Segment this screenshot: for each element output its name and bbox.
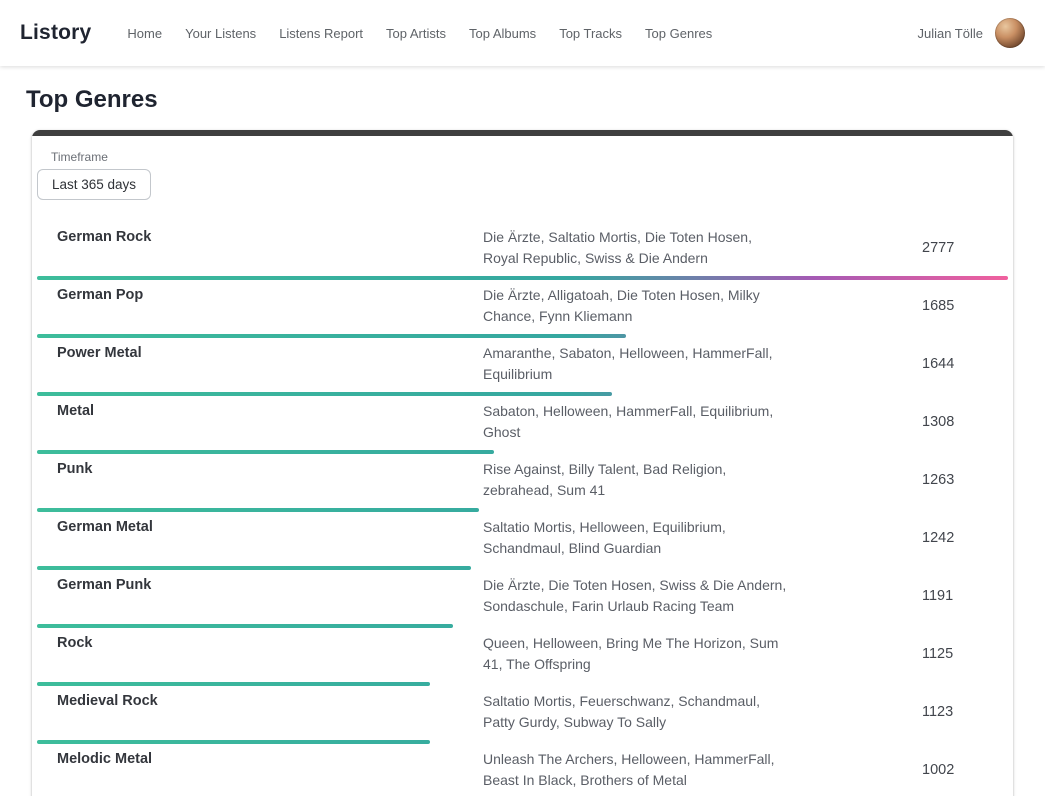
genre-row: German Pop Die Ärzte, Alligatoah, Die To… [37, 280, 1008, 338]
genre-row: Punk Rise Against, Billy Talent, Bad Rel… [37, 454, 1008, 512]
genre-name: Power Metal [57, 343, 483, 361]
main-nav: Home Your Listens Listens Report Top Artist… [127, 26, 712, 41]
genre-count: 1308 [922, 414, 988, 430]
genre-name: Medieval Rock [57, 691, 483, 709]
nav-item-home[interactable]: Home [127, 26, 162, 41]
genre-count: 1242 [922, 530, 988, 546]
genre-name: Metal [57, 401, 483, 419]
genre-list: German Rock Die Ärzte, Saltatio Mortis, … [37, 222, 1008, 796]
genre-name: Rock [57, 633, 483, 651]
user-avatar[interactable] [995, 18, 1025, 48]
genre-count: 1263 [922, 472, 988, 488]
top-genres-card: Timeframe Last 365 days German Rock Die … [32, 130, 1013, 796]
app-logo[interactable]: Listory [20, 21, 91, 45]
genre-count: 1002 [922, 762, 988, 778]
genre-row: German Punk Die Ärzte, Die Toten Hosen, … [37, 570, 1008, 628]
nav-item-top-artists[interactable]: Top Artists [386, 26, 446, 41]
nav-item-your-listens[interactable]: Your Listens [185, 26, 256, 41]
genre-row: Melodic Metal Unleash The Archers, Hello… [37, 744, 1008, 796]
nav-item-top-albums[interactable]: Top Albums [469, 26, 536, 41]
genre-artists: Queen, Helloween, Bring Me The Horizon, … [483, 633, 788, 675]
timeframe-select[interactable]: Last 365 days [37, 169, 151, 200]
genre-artists: Unleash The Archers, Helloween, HammerFa… [483, 749, 788, 791]
genre-artists: Die Ärzte, Alligatoah, Die Toten Hosen, … [483, 285, 788, 327]
genre-name: Melodic Metal [57, 749, 483, 767]
genre-count: 2777 [922, 240, 988, 256]
genre-count: 1125 [922, 646, 988, 662]
genre-count: 1123 [922, 704, 988, 720]
genre-name: German Rock [57, 227, 483, 245]
nav-item-top-tracks[interactable]: Top Tracks [559, 26, 622, 41]
user-menu[interactable]: Julian Tölle [917, 18, 1025, 48]
genre-artists: Amaranthe, Sabaton, Helloween, HammerFal… [483, 343, 788, 385]
genre-row: Metal Sabaton, Helloween, HammerFall, Eq… [37, 396, 1008, 454]
genre-artists: Sabaton, Helloween, HammerFall, Equilibr… [483, 401, 788, 443]
genre-artists: Die Ärzte, Saltatio Mortis, Die Toten Ho… [483, 227, 788, 269]
genre-row: German Rock Die Ärzte, Saltatio Mortis, … [37, 222, 1008, 280]
main-content: Top Genres Timeframe Last 365 days Germa… [0, 86, 1045, 796]
genre-artists: Saltatio Mortis, Helloween, Equilibrium,… [483, 517, 788, 559]
genre-name: German Punk [57, 575, 483, 593]
genre-row: Power Metal Amaranthe, Sabaton, Hellowee… [37, 338, 1008, 396]
timeframe-label: Timeframe [51, 150, 1008, 164]
user-name: Julian Tölle [917, 26, 983, 41]
app-header: Listory Home Your Listens Listens Report To… [0, 0, 1045, 66]
genre-row: German Metal Saltatio Mortis, Helloween,… [37, 512, 1008, 570]
genre-count: 1191 [922, 588, 988, 604]
genre-count: 1685 [922, 298, 988, 314]
genre-name: German Pop [57, 285, 483, 303]
genre-artists: Die Ärzte, Die Toten Hosen, Swiss & Die … [483, 575, 788, 617]
genre-row: Medieval Rock Saltatio Mortis, Feuerschw… [37, 686, 1008, 744]
genre-artists: Rise Against, Billy Talent, Bad Religion… [483, 459, 788, 501]
nav-item-top-genres[interactable]: Top Genres [645, 26, 712, 41]
page-title: Top Genres [26, 86, 1045, 114]
card-body: Timeframe Last 365 days German Rock Die … [32, 136, 1013, 796]
genre-artists: Saltatio Mortis, Feuerschwanz, Schandmau… [483, 691, 788, 733]
genre-name: Punk [57, 459, 483, 477]
genre-count: 1644 [922, 356, 988, 372]
genre-name: German Metal [57, 517, 483, 535]
genre-row: Rock Queen, Helloween, Bring Me The Hori… [37, 628, 1008, 686]
nav-item-listens-report[interactable]: Listens Report [279, 26, 363, 41]
